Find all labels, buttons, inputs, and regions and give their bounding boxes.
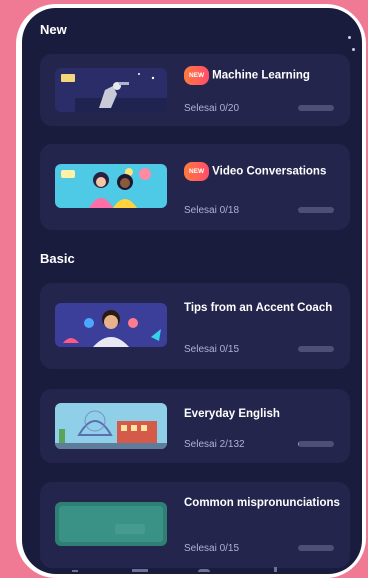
course-title: NEW Video Conversations bbox=[184, 162, 344, 181]
coach-portrait-illustration bbox=[55, 303, 167, 347]
new-badge: NEW bbox=[184, 66, 210, 85]
green-chalkboard-illustration bbox=[55, 502, 167, 546]
course-title: NEW Machine Learning bbox=[184, 66, 344, 85]
course-card-common-mispronunciations[interactable]: Common mispronunciations Selesai 0/15 bbox=[40, 482, 350, 568]
two-people-chatting-illustration bbox=[55, 164, 167, 208]
course-card-everyday-english[interactable]: Everyday English Selesai 2/132 bbox=[40, 389, 350, 463]
progress-label: Selesai 0/15 bbox=[184, 543, 240, 554]
progress-bar bbox=[298, 207, 334, 213]
nav-profile-icon[interactable] bbox=[274, 567, 277, 572]
bottom-navigation bbox=[22, 558, 362, 574]
app-screen: New NEW Machine Learning Selesai 0/20 NE… bbox=[22, 8, 362, 574]
progress-label: Selesai 0/20 bbox=[184, 103, 240, 114]
section-title-basic: Basic bbox=[40, 251, 75, 266]
course-card-accent-coach[interactable]: Tips from an Accent Coach Selesai 0/15 bbox=[40, 283, 350, 369]
progress-label: Selesai 0/18 bbox=[184, 205, 240, 216]
course-title-text: Everyday English bbox=[184, 408, 280, 420]
new-badge: NEW bbox=[184, 162, 210, 181]
status-dot bbox=[348, 36, 351, 39]
course-title: Everyday English bbox=[184, 407, 344, 422]
course-title: Tips from an Accent Coach bbox=[184, 301, 344, 316]
status-dot bbox=[352, 48, 355, 51]
progress-label: Selesai 0/15 bbox=[184, 344, 240, 355]
city-street-illustration bbox=[55, 403, 167, 449]
robot-hand-illustration bbox=[55, 68, 167, 112]
progress-bar bbox=[298, 105, 334, 111]
nav-back-icon[interactable] bbox=[72, 570, 78, 572]
section-title-new: New bbox=[40, 22, 67, 37]
course-card-video-conversations[interactable]: NEW Video Conversations Selesai 0/18 bbox=[40, 144, 350, 230]
progress-bar bbox=[298, 346, 334, 352]
progress-bar bbox=[298, 441, 334, 447]
progress-label: Selesai 2/132 bbox=[184, 439, 245, 450]
course-title-text: Machine Learning bbox=[212, 69, 310, 82]
nav-menu-icon[interactable] bbox=[132, 569, 148, 572]
course-title-text: Video Conversations bbox=[212, 165, 327, 178]
course-card-machine-learning[interactable]: NEW Machine Learning Selesai 0/20 bbox=[40, 54, 350, 126]
course-title: Common mispronunciations bbox=[184, 496, 344, 511]
progress-bar-fill bbox=[298, 441, 299, 447]
nav-home-icon[interactable] bbox=[198, 569, 210, 572]
course-title-text: Tips from an Accent Coach bbox=[184, 302, 333, 314]
course-title-text: Common mispronunciations bbox=[184, 497, 340, 509]
progress-bar bbox=[298, 545, 334, 551]
